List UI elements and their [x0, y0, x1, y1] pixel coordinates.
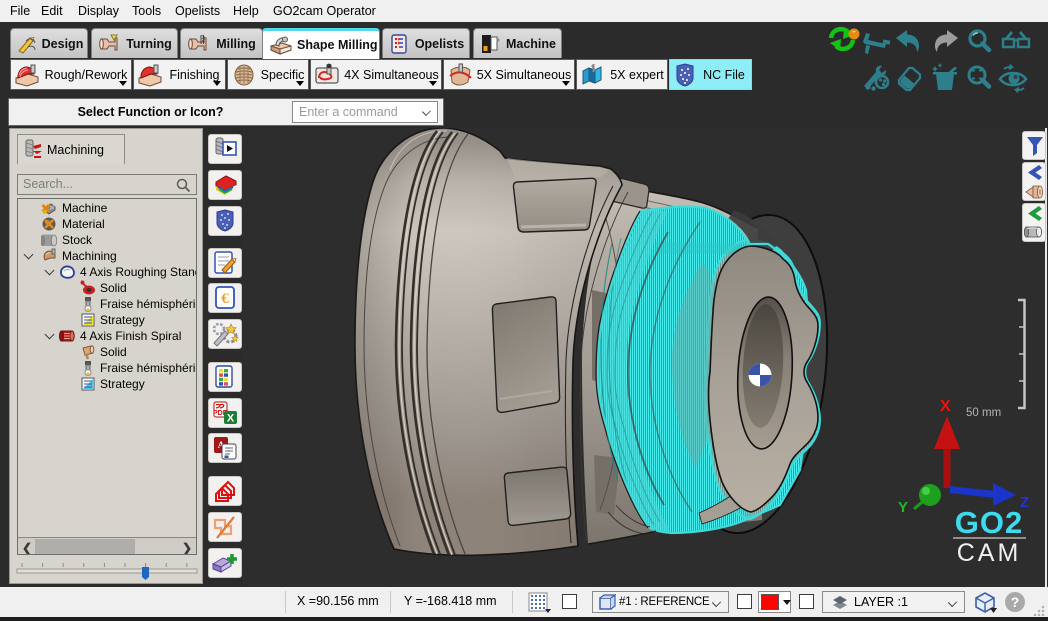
svg-text:?: ?: [1011, 594, 1020, 610]
svg-text:Y: Y: [898, 499, 908, 515]
svg-text:X: X: [227, 413, 235, 425]
svg-text:X: X: [940, 398, 951, 415]
svg-text:€: €: [221, 291, 229, 307]
